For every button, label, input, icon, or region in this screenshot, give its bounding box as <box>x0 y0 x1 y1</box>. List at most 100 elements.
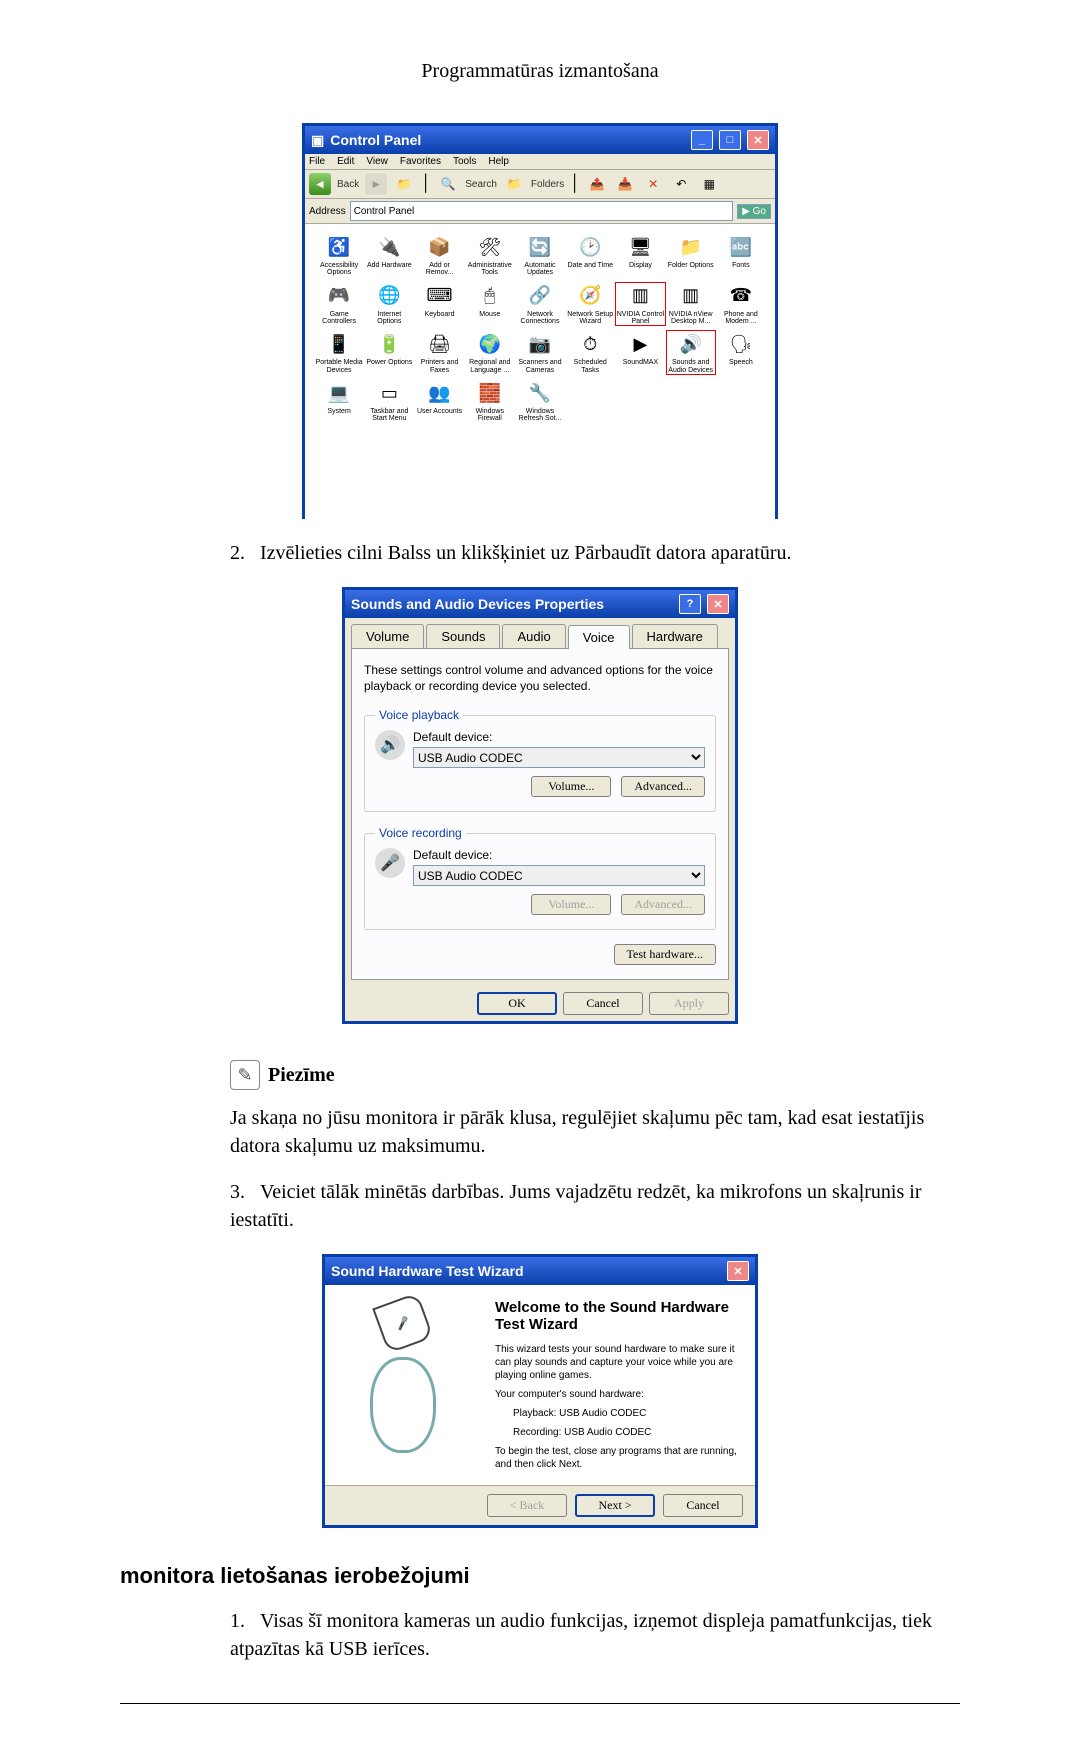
wizard-cancel-button[interactable]: Cancel <box>663 1494 743 1517</box>
control-panel-item[interactable]: 🔌 Add Hardware <box>365 234 413 277</box>
copy-icon[interactable]: 📥 <box>614 173 636 195</box>
control-panel-item[interactable]: ▥NVIDIA Control Panel <box>616 283 664 326</box>
control-panel-item[interactable]: 🖨Printers and Faxes <box>415 331 463 374</box>
playback-device-select[interactable]: USB Audio CODEC <box>413 747 705 768</box>
playback-advanced-button[interactable]: Advanced... <box>621 776 705 797</box>
wizard-next-button[interactable]: Next > <box>575 1494 655 1517</box>
control-panel-item[interactable]: 🌐Internet Options <box>365 283 413 326</box>
menu-tools[interactable]: Tools <box>453 156 476 167</box>
control-panel-item[interactable]: 🔤Fonts <box>717 234 765 277</box>
control-panel-item[interactable]: 🖥Display <box>616 234 664 277</box>
step-2: 2.Izvēlieties cilni Balss un klikšķiniet… <box>230 539 960 567</box>
apply-button[interactable]: Apply <box>649 992 729 1015</box>
control-panel-item[interactable]: 🎮Game Controllers <box>315 283 363 326</box>
control-panel-item[interactable]: 🔊Sounds and Audio Devices <box>667 331 715 374</box>
search-icon[interactable]: 🔍 <box>437 173 459 195</box>
control-panel-item[interactable]: 📱Portable Media Devices <box>315 331 363 374</box>
tab-volume[interactable]: Volume <box>351 624 424 648</box>
menu-edit[interactable]: Edit <box>337 156 354 167</box>
address-input[interactable] <box>350 201 734 221</box>
control-panel-item-label: Power Options <box>365 359 413 366</box>
control-panel-item-label: NVIDIA nView Desktop M... <box>667 311 715 326</box>
maximize-button[interactable]: □ <box>719 130 741 150</box>
control-panel-item[interactable]: ▶SoundMAX <box>616 331 664 374</box>
close-button[interactable]: ✕ <box>727 1261 749 1281</box>
voice-playback-legend: Voice playback <box>375 708 463 722</box>
control-panel-item-icon: 🔌 <box>376 234 402 260</box>
folders-icon[interactable]: 📁 <box>503 173 525 195</box>
control-panel-item-label: Add Hardware <box>365 262 413 269</box>
move-icon[interactable]: 📤 <box>586 173 608 195</box>
control-panel-item-icon: ▥ <box>678 283 704 309</box>
control-panel-item[interactable]: 🗣Speech <box>717 331 765 374</box>
menu-favorites[interactable]: Favorites <box>400 156 441 167</box>
close-button[interactable]: ✕ <box>747 130 769 150</box>
tab-voice[interactable]: Voice <box>568 625 630 649</box>
close-button[interactable]: ✕ <box>707 594 729 614</box>
delete-icon[interactable]: ✕ <box>642 173 664 195</box>
go-button[interactable]: ▶ Go <box>737 204 771 219</box>
back-button[interactable]: ◄ <box>309 173 331 195</box>
menu-help[interactable]: Help <box>488 156 509 167</box>
test-hardware-button[interactable]: Test hardware... <box>614 944 716 965</box>
control-panel-item[interactable]: 💻System <box>315 380 363 423</box>
default-device-label: Default device: <box>413 730 705 744</box>
control-panel-item[interactable]: 🌍Regional and Language ... <box>466 331 514 374</box>
up-button[interactable]: 📁 <box>393 173 415 195</box>
help-button[interactable]: ? <box>679 594 701 614</box>
sound-hardware-test-wizard: Sound Hardware Test Wizard ✕ 🎤 Welcome t… <box>322 1254 758 1528</box>
control-panel-item[interactable]: 🕑 Date and Time <box>566 234 614 277</box>
control-panel-item[interactable]: 🔧Windows Refresh Sot... <box>516 380 564 423</box>
cancel-button[interactable]: Cancel <box>563 992 643 1015</box>
minimize-button[interactable]: _ <box>691 130 713 150</box>
wizard-body: 🎤 Welcome to the Sound Hardware Test Wiz… <box>325 1285 755 1485</box>
control-panel-item[interactable]: ♿Accessibility Options <box>315 234 363 277</box>
recording-device-select[interactable]: USB Audio CODEC <box>413 865 705 886</box>
views-icon[interactable]: ▦ <box>698 173 720 195</box>
sub-step-1: 1.Visas šī monitora kameras un audio fun… <box>230 1607 960 1663</box>
control-panel-item[interactable]: 📦Add or Remov... <box>415 234 463 277</box>
control-panel-item[interactable]: ⏱Scheduled Tasks <box>566 331 614 374</box>
separator: │ <box>421 175 431 193</box>
back-label: Back <box>337 179 359 190</box>
tab-sounds[interactable]: Sounds <box>426 624 500 648</box>
control-panel-item[interactable]: 🔄Automatic Updates <box>516 234 564 277</box>
menu-view[interactable]: View <box>366 156 388 167</box>
menu-file[interactable]: File <box>309 156 325 167</box>
control-panel-item[interactable]: 🔋Power Options <box>365 331 413 374</box>
control-panel-item-icon: 🕑 <box>577 234 603 260</box>
control-panel-item[interactable]: 🧭Network Setup Wizard <box>566 283 614 326</box>
control-panel-item[interactable]: 🛠Administrative Tools <box>466 234 514 277</box>
forward-button[interactable]: ► <box>365 173 387 195</box>
microphone-graphic-icon: 🎤 <box>372 1292 434 1354</box>
control-panel-item[interactable]: ▥ NVIDIA nView Desktop M... <box>667 283 715 326</box>
control-panel-item[interactable]: 🔗Network Connections <box>516 283 564 326</box>
wizard-text-3: To begin the test, close any programs th… <box>495 1445 741 1471</box>
control-panel-item-label: Taskbar and Start Menu <box>365 408 413 423</box>
control-panel-item-label: Accessibility Options <box>315 262 363 277</box>
control-panel-item[interactable]: 🧱Windows Firewall <box>466 380 514 423</box>
control-panel-window: ▣ Control Panel _ □ ✕ File Edit View Fav… <box>302 123 778 519</box>
control-panel-item[interactable]: 📁Folder Options <box>667 234 715 277</box>
undo-icon[interactable]: ↶ <box>670 173 692 195</box>
playback-volume-button[interactable]: Volume... <box>531 776 611 797</box>
control-panel-item[interactable]: 📷Scanners and Cameras <box>516 331 564 374</box>
control-panel-item[interactable]: 🖱Mouse <box>466 283 514 326</box>
control-panel-item[interactable]: ☎Phone and Modem ... <box>717 283 765 326</box>
tab-hardware[interactable]: Hardware <box>632 624 718 648</box>
control-panel-item-icon: 📁 <box>678 234 704 260</box>
control-panel-item-label: Date and Time <box>566 262 614 269</box>
control-panel-item[interactable]: 👥User Accounts <box>415 380 463 423</box>
control-panel-item-icon: 📱 <box>326 331 352 357</box>
control-panel-item[interactable]: ▭Taskbar and Start Menu <box>365 380 413 423</box>
control-panel-item[interactable]: ⌨Keyboard <box>415 283 463 326</box>
wizard-back-button[interactable]: < Back <box>487 1494 567 1517</box>
note-icon: ✎ <box>230 1060 260 1090</box>
recording-advanced-button[interactable]: Advanced... <box>621 894 705 915</box>
ok-button[interactable]: OK <box>477 992 557 1015</box>
recording-volume-button[interactable]: Volume... <box>531 894 611 915</box>
control-panel-item-icon: ▥ <box>627 283 653 309</box>
control-panel-item-label: Fonts <box>717 262 765 269</box>
tab-audio[interactable]: Audio <box>502 624 565 648</box>
control-panel-item-icon: 🔊 <box>678 331 704 357</box>
